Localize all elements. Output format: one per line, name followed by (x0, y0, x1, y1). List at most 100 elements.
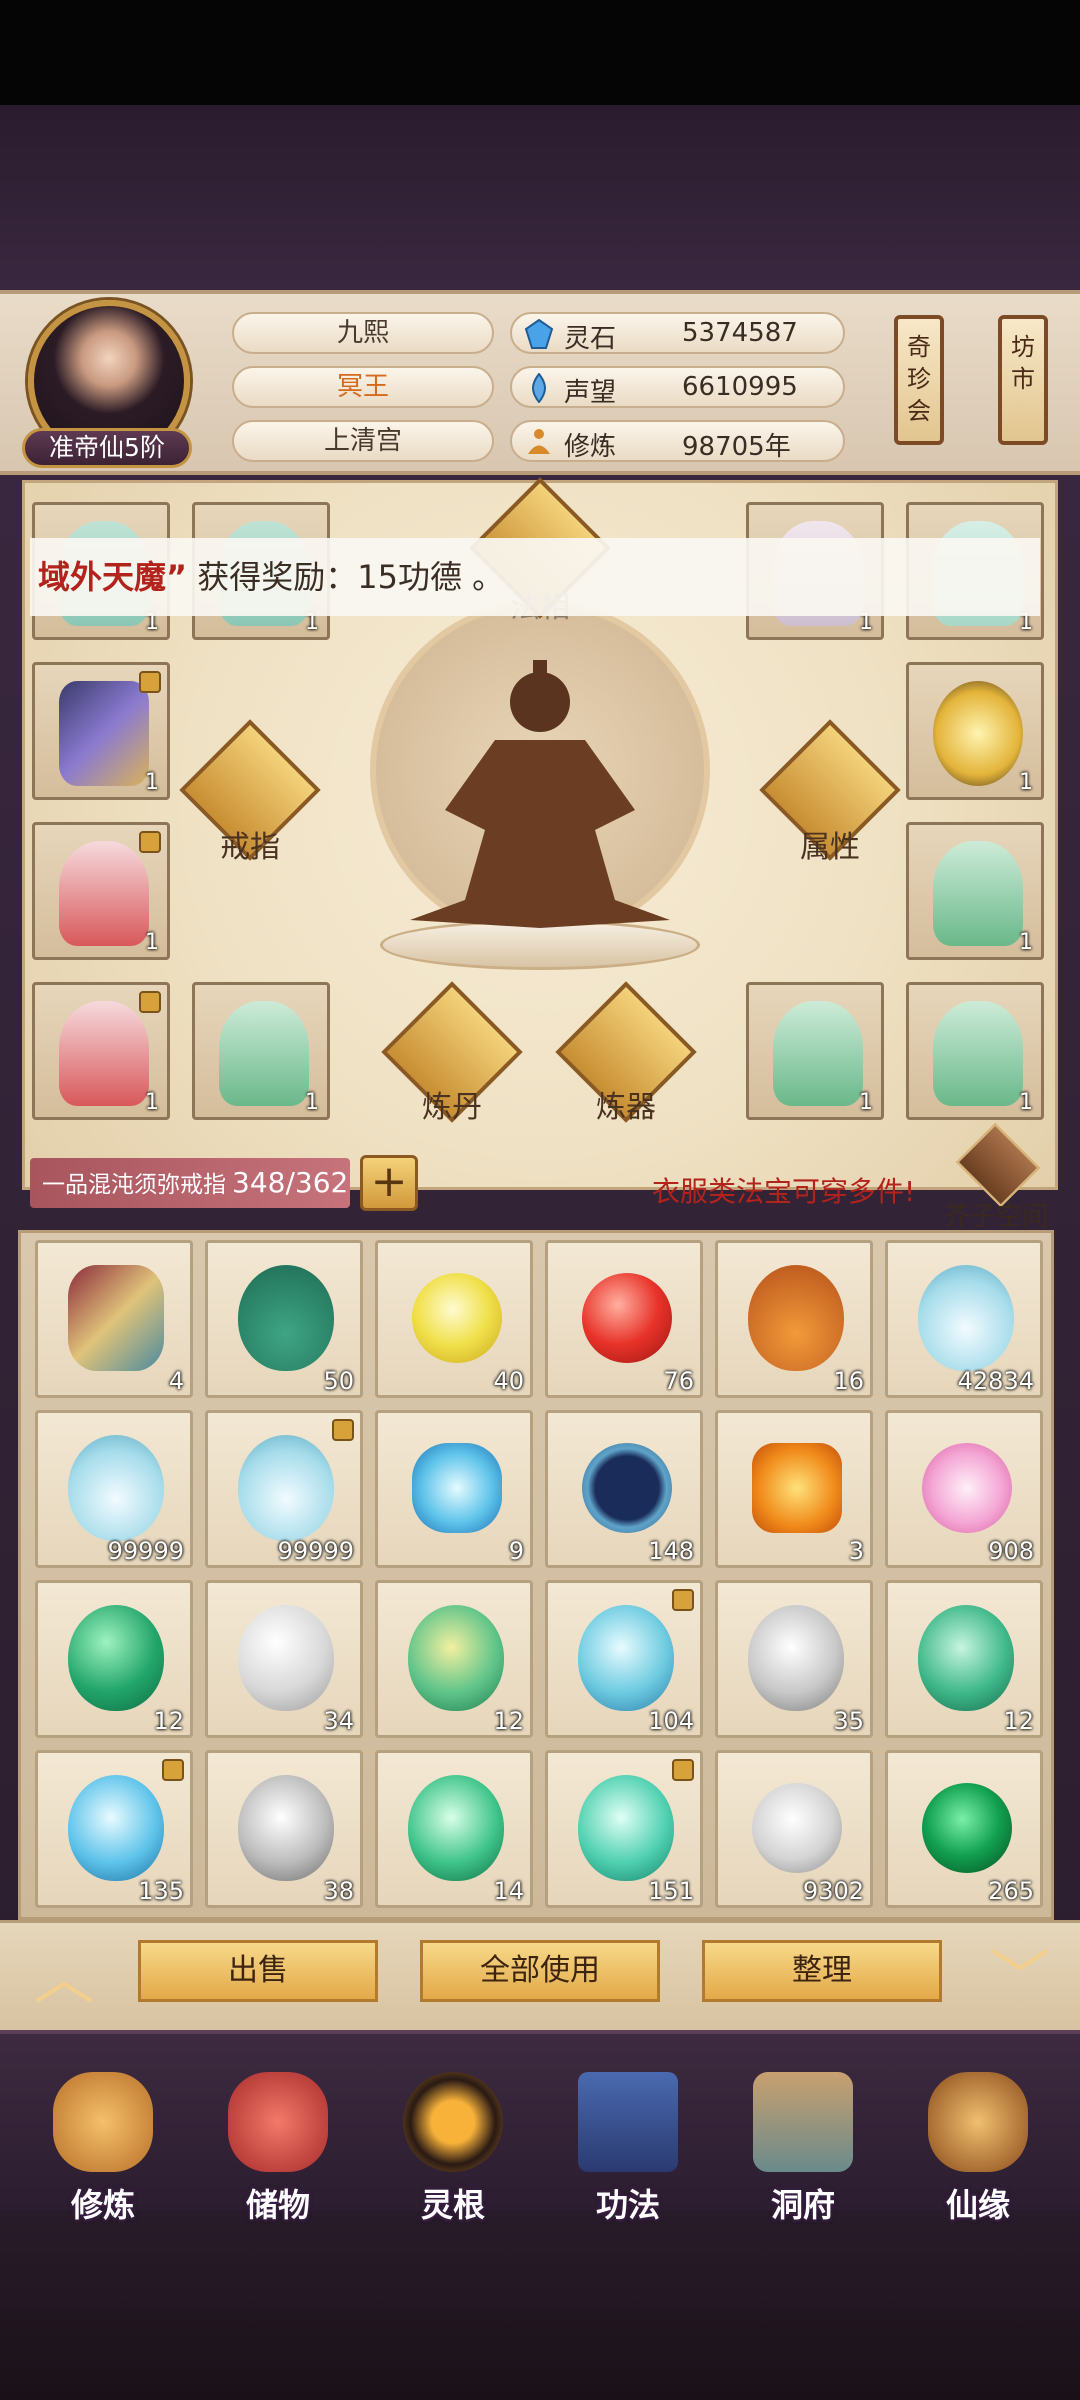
green-egg-icon (68, 1605, 164, 1711)
resource-label: 声望 (564, 378, 617, 408)
slot-count: 1 (859, 1090, 873, 1115)
book-icon (578, 2072, 678, 2172)
fangshi-button[interactable]: 坊市 (998, 315, 1048, 445)
silver-orb-icon (752, 1783, 842, 1873)
rank-badge: 准帝仙5阶 (22, 428, 192, 468)
nav-storage[interactable]: 储物 (203, 2060, 353, 2230)
equip-slot[interactable]: 1 (32, 822, 170, 960)
white-egg-icon (238, 1605, 334, 1711)
equip-slot[interactable]: 1 (906, 662, 1044, 800)
inventory-item[interactable]: 151 (545, 1750, 703, 1908)
silver-egg-icon (748, 1605, 844, 1711)
mustard-space-label: 芥子空间 (944, 1202, 1049, 1232)
item-count: 42834 (957, 1367, 1034, 1395)
nav-label: 灵根 (420, 2186, 485, 2224)
item-count: 12 (493, 1707, 524, 1735)
green-robe-icon (933, 1001, 1023, 1106)
orange-gourd-icon (748, 1265, 844, 1371)
inventory-item[interactable]: 40 (375, 1240, 533, 1398)
nav-label: 修炼 (70, 2186, 135, 2224)
cyan-egg-icon (578, 1775, 674, 1881)
lock-icon (139, 991, 161, 1013)
resource-prestige: 声望 6610995 (510, 366, 845, 408)
green-robe-icon (773, 1001, 863, 1106)
forge-label: 炼器 (596, 1090, 656, 1125)
meditation-icon (524, 427, 554, 457)
spirit-stone-icon (524, 318, 554, 349)
item-count: 3 (848, 1537, 864, 1565)
nav-cultivate[interactable]: 修炼 (28, 2060, 178, 2230)
lock-icon (162, 1759, 184, 1781)
inventory-item[interactable]: 12 (885, 1580, 1043, 1738)
yellow-orb-icon (412, 1273, 502, 1363)
inventory-item[interactable]: 35 (715, 1580, 873, 1738)
sort-button[interactable]: 整理 (702, 1940, 942, 2002)
inventory-item[interactable]: 9 (375, 1410, 533, 1568)
lock-icon (672, 1589, 694, 1611)
equip-slot[interactable]: 1 (192, 982, 330, 1120)
item-count: 50 (323, 1367, 354, 1395)
storage-bag-icon (228, 2072, 328, 2172)
inventory-item[interactable]: 38 (205, 1750, 363, 1908)
inventory-item[interactable]: 76 (545, 1240, 703, 1398)
inventory-item[interactable]: 9302 (715, 1750, 873, 1908)
use-all-button[interactable]: 全部使用 (420, 1940, 660, 2002)
ring-name: 一品混沌须弥戒指 (42, 1172, 226, 1198)
inventory-item[interactable]: 135 (35, 1750, 193, 1908)
inventory-item[interactable]: 99999 (205, 1410, 363, 1568)
resource-label: 修炼 (564, 432, 617, 462)
orange-gem-icon (752, 1443, 842, 1533)
game-screen: 准帝仙5阶 九熙 冥王 上清宫 灵石 5374587 声望 6610995 修炼… (0, 0, 1080, 2400)
green-egg-icon (408, 1775, 504, 1881)
nav-fate[interactable]: 仙缘 (903, 2060, 1053, 2230)
inventory-item[interactable]: 14 (375, 1750, 533, 1908)
item-count: 35 (833, 1707, 864, 1735)
inventory-item[interactable]: 12 (35, 1580, 193, 1738)
item-count: 76 (663, 1367, 694, 1395)
green-robe-icon (933, 841, 1023, 946)
item-count: 104 (648, 1707, 694, 1735)
resource-value: 98705年 (682, 432, 791, 462)
blue-egg-icon (68, 1775, 164, 1881)
resource-value: 6610995 (682, 372, 798, 402)
scroll-down-icon[interactable]: ﹀ (990, 1930, 1050, 2017)
nav-cave[interactable]: 洞府 (728, 2060, 878, 2230)
nav-label: 功法 (595, 2186, 660, 2224)
slot-count: 1 (145, 1090, 159, 1115)
inventory-item[interactable]: 104 (545, 1580, 703, 1738)
equip-slot[interactable]: 1 (906, 822, 1044, 960)
storage-ring-bar: 一品混沌须弥戒指 348/362 (30, 1158, 350, 1208)
item-count: 265 (988, 1877, 1034, 1905)
equip-slot[interactable]: 1 (906, 982, 1044, 1120)
inventory-item[interactable]: 148 (545, 1410, 703, 1568)
inventory-item[interactable]: 265 (885, 1750, 1043, 1908)
item-count: 4 (168, 1367, 184, 1395)
scroll-up-icon[interactable]: ︿ (34, 1930, 94, 2017)
item-count: 38 (323, 1877, 354, 1905)
inventory-item[interactable]: 50 (205, 1240, 363, 1398)
qizhenhui-button[interactable]: 奇珍会 (894, 315, 944, 445)
lock-icon (139, 671, 161, 693)
item-count: 908 (988, 1537, 1034, 1565)
inventory-item[interactable]: 99999 (35, 1410, 193, 1568)
inventory-item[interactable]: 4 (35, 1240, 193, 1398)
cave-house-icon (753, 2072, 853, 2172)
equip-slot[interactable]: 1 (746, 982, 884, 1120)
item-count: 99999 (107, 1537, 184, 1565)
inventory-item[interactable]: 16 (715, 1240, 873, 1398)
nav-spirit-root[interactable]: 灵根 (378, 2060, 528, 2230)
inventory-item[interactable]: 12 (375, 1580, 533, 1738)
inventory-item[interactable]: 908 (885, 1410, 1043, 1568)
inventory-item[interactable]: 42834 (885, 1240, 1043, 1398)
sell-button[interactable]: 出售 (138, 1940, 378, 2002)
nav-label: 仙缘 (945, 2186, 1010, 2224)
slot-count: 1 (305, 1090, 319, 1115)
expand-button[interactable]: + (360, 1155, 418, 1211)
nav-techniques[interactable]: 功法 (553, 2060, 703, 2230)
inventory-item[interactable]: 3 (715, 1410, 873, 1568)
item-count: 9 (508, 1537, 524, 1565)
equip-slot[interactable]: 1 (32, 982, 170, 1120)
equip-slot[interactable]: 1 (32, 662, 170, 800)
inventory-item[interactable]: 34 (205, 1580, 363, 1738)
cultivator-silhouette-icon[interactable] (395, 660, 685, 935)
